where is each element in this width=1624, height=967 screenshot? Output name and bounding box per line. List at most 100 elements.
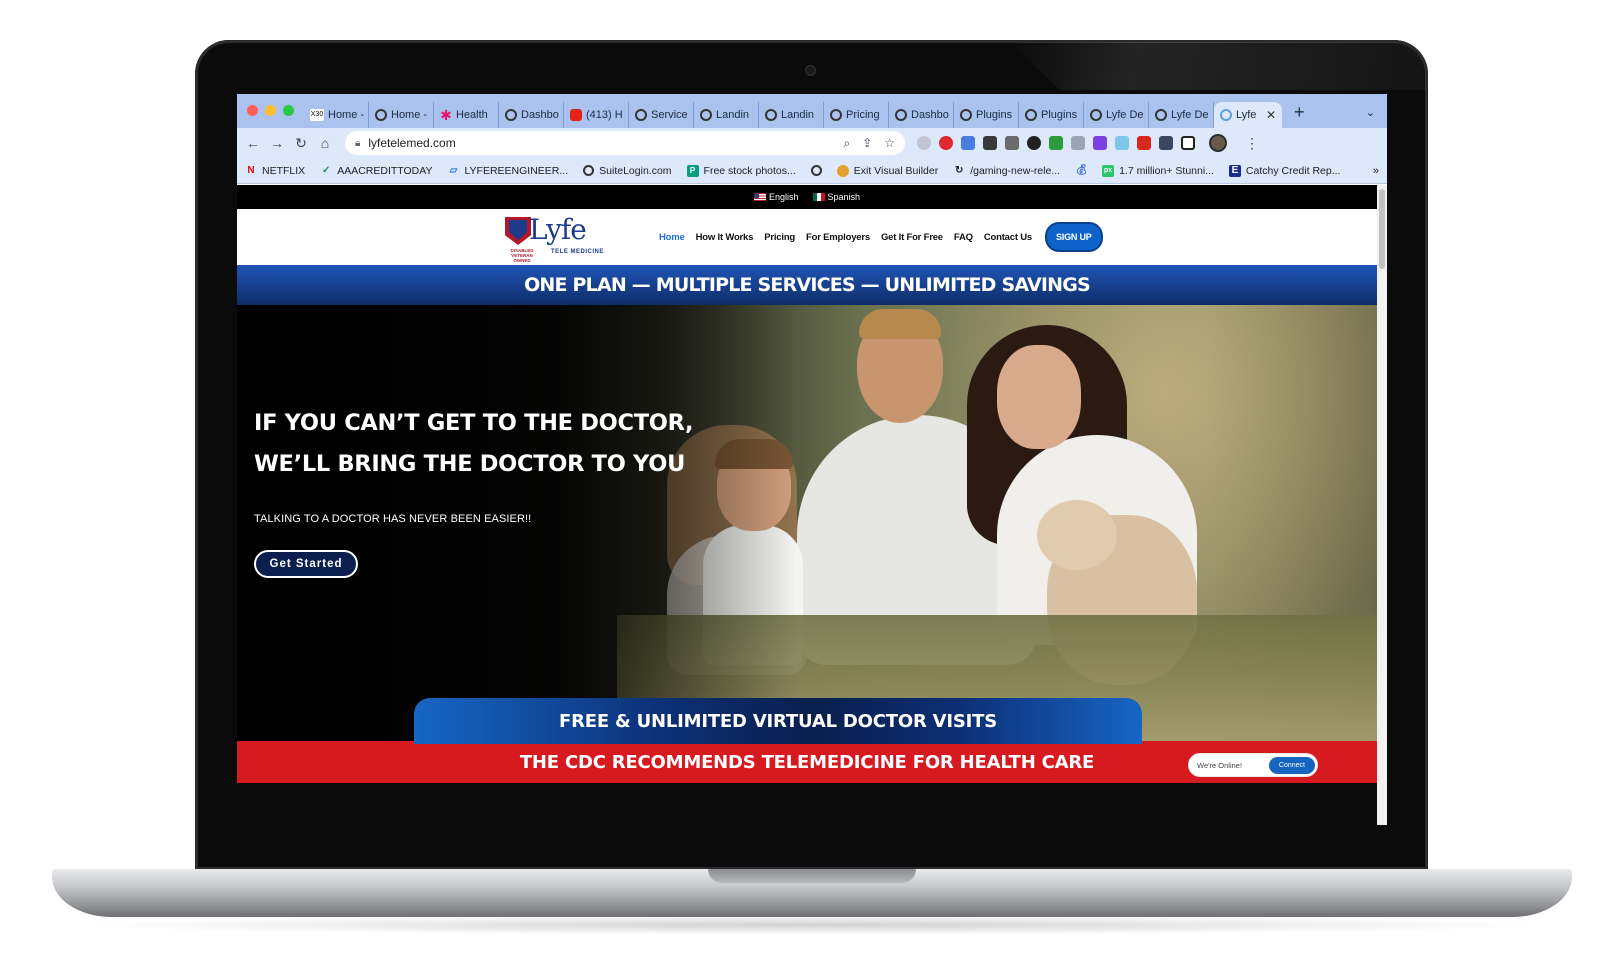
minimize-window-button[interactable] <box>265 105 276 116</box>
globe-icon <box>375 109 387 121</box>
forward-arrow-icon[interactable]: → <box>265 135 289 151</box>
browser-tab[interactable]: (413) H <box>564 102 629 128</box>
signup-button[interactable]: SIGN UP <box>1044 222 1103 252</box>
bookmark-pexels[interactable]: P Free stock photos... <box>686 164 796 177</box>
home-icon[interactable]: ⌂ <box>313 135 337 151</box>
browser-tab[interactable]: Pricing <box>824 102 889 128</box>
scrollbar-thumb[interactable] <box>1379 189 1385 269</box>
browser-tab[interactable]: Lyfe De <box>1084 102 1149 128</box>
acrobat-extension-icon[interactable] <box>1137 136 1151 150</box>
lyfe-logo[interactable]: Lyfe TELE MEDICINE DISABLED VETERAN OWNE… <box>505 213 605 263</box>
browser-toolbar: ← → ↻ ⌂ 🔒︎ lyfetelemed.com ⌕ ⇪ ☆ ⋮ <box>237 128 1387 158</box>
loading-icon: ↻ <box>955 164 964 176</box>
nav-faq[interactable]: FAQ <box>954 232 973 243</box>
hero-title: IF YOU CAN’T GET TO THE DOCTOR, WE’LL BR… <box>254 403 814 485</box>
bookmarks-bar: N NETFLIX ✓ AAACREDITTODAY ▱ LYFEREENGINEER… <box>237 158 1387 184</box>
browser-tab[interactable]: Dashbo <box>499 102 564 128</box>
bookmark-star-icon[interactable]: ☆ <box>884 136 895 151</box>
promo-band: ONE PLAN — MULTIPLE SERVICES — UNLIMITED… <box>237 265 1377 305</box>
zoom-icon[interactable]: ⌕ <box>843 136 850 151</box>
browser-tab[interactable]: Landin <box>694 102 759 128</box>
x30-icon: X30 <box>310 109 324 121</box>
bookmark-exit-visual-builder[interactable]: Exit Visual Builder <box>836 164 938 177</box>
maximize-window-button[interactable] <box>283 105 294 116</box>
logo-wordmark: Lyfe <box>529 213 587 246</box>
profile-avatar[interactable] <box>1209 134 1227 152</box>
globe-icon <box>810 165 822 176</box>
address-bar[interactable]: 🔒︎ lyfetelemed.com ⌕ ⇪ ☆ <box>345 131 905 155</box>
back-arrow-icon[interactable]: ← <box>241 135 265 151</box>
tab-search-chevron-icon[interactable]: ⌄ <box>1366 106 1387 128</box>
chat-connect-button[interactable]: Connect <box>1268 756 1315 774</box>
browser-menu-icon[interactable]: ⋮ <box>1245 135 1259 152</box>
globe-icon <box>635 109 647 121</box>
get-started-button[interactable]: Get Started <box>254 550 358 578</box>
nav-get-it-for-free[interactable]: Get It For Free <box>881 232 943 243</box>
hero-photo-woman <box>997 345 1081 449</box>
bookmark-lyfereengineer[interactable]: ▱ LYFEREENGINEER... <box>447 165 569 177</box>
browser-tab[interactable]: X30 Home - <box>304 102 369 128</box>
globe-icon <box>1220 109 1232 121</box>
bookmark-pixabay[interactable]: px 1.7 million+ Stunni... <box>1102 164 1214 177</box>
globe-icon <box>830 109 842 121</box>
browser-tab-active[interactable]: Lyfe ✕ <box>1214 102 1282 128</box>
bookmark-globe[interactable] <box>810 165 822 176</box>
nav-contact-us[interactable]: Contact Us <box>984 232 1032 243</box>
nav-pricing[interactable]: Pricing <box>764 232 795 243</box>
grammarly-extension-icon[interactable] <box>917 136 931 150</box>
new-tab-button[interactable]: + <box>1282 102 1315 128</box>
bookmark-netflix[interactable]: N NETFLIX <box>245 165 305 177</box>
pen-extension-icon[interactable] <box>1005 136 1019 150</box>
share-icon[interactable]: ⇪ <box>862 136 872 151</box>
lock-icon: 🔒︎ <box>355 137 361 149</box>
bookmark-bag[interactable]: 💰︎ <box>1075 164 1088 177</box>
browser-tab[interactable]: ✱ Health <box>434 102 499 128</box>
bookmark-catchy-credit[interactable]: E Catchy Credit Rep... <box>1228 164 1340 177</box>
browser-tab[interactable]: Plugins <box>954 102 1019 128</box>
chat-widget[interactable]: We're Online! Connect <box>1189 754 1317 776</box>
close-window-button[interactable] <box>247 105 258 116</box>
bookmark-suitelogin[interactable]: SuiteLogin.com <box>583 165 672 177</box>
extensions-area: ⋮ <box>917 134 1259 152</box>
visits-banner: FREE & UNLIMITED VIRTUAL DOCTOR VISITS <box>414 698 1142 744</box>
bookmark-aaacredittoday[interactable]: ✓ AAACREDITTODAY <box>320 165 433 177</box>
purple-download-extension-icon[interactable] <box>1093 136 1107 150</box>
download-box-extension-icon[interactable] <box>983 136 997 150</box>
globe-icon <box>1090 109 1102 121</box>
sidepanel-icon[interactable] <box>1181 136 1195 150</box>
bag-icon: 💰︎ <box>1075 164 1088 176</box>
bookmarks-overflow-icon[interactable]: » <box>1373 165 1379 177</box>
green-download-extension-icon[interactable] <box>1049 136 1063 150</box>
adblock-extension-icon[interactable] <box>939 136 953 150</box>
puzzle-extensions-icon[interactable] <box>1159 136 1173 150</box>
nav-for-employers[interactable]: For Employers <box>806 232 870 243</box>
browser-tab[interactable]: Service <box>629 102 694 128</box>
browser-tab[interactable]: Plugins <box>1019 102 1084 128</box>
translate-extension-icon[interactable] <box>961 136 975 150</box>
vd-extension-icon[interactable] <box>1027 136 1041 150</box>
web-page: English Spanish Lyfe TELE MEDICINE DISAB… <box>237 185 1387 825</box>
snowflake-extension-icon[interactable] <box>1115 136 1129 150</box>
bookmark-gaming[interactable]: ↻/gaming-new-rele... <box>953 165 1060 177</box>
lang-english[interactable]: English <box>753 192 799 202</box>
laptop-shadow <box>80 915 1544 935</box>
asterisk-icon: ✱ <box>440 107 452 123</box>
globe-icon <box>583 165 595 176</box>
browser-tab[interactable]: Landin <box>759 102 824 128</box>
nav-home[interactable]: Home <box>659 232 685 243</box>
screenshot-extension-icon[interactable] <box>1071 136 1085 150</box>
reload-icon[interactable]: ↻ <box>289 135 313 152</box>
globe-icon <box>960 109 972 121</box>
main-menu: Home How It Works Pricing For Employers … <box>659 209 1103 265</box>
globe-icon <box>765 109 777 121</box>
close-tab-icon[interactable]: ✕ <box>1266 108 1276 122</box>
globe-icon <box>895 109 907 121</box>
browser-tab[interactable]: Home - <box>369 102 434 128</box>
browser-tab[interactable]: Lyfe De <box>1149 102 1214 128</box>
page-scrollbar[interactable] <box>1377 185 1387 825</box>
hero-photo-dog-head <box>1037 500 1117 570</box>
browser-tab[interactable]: Dashbo <box>889 102 954 128</box>
lang-spanish[interactable]: Spanish <box>812 192 860 202</box>
site-header: Lyfe TELE MEDICINE DISABLED VETERAN OWNE… <box>237 209 1377 265</box>
nav-how-it-works[interactable]: How It Works <box>696 232 754 243</box>
